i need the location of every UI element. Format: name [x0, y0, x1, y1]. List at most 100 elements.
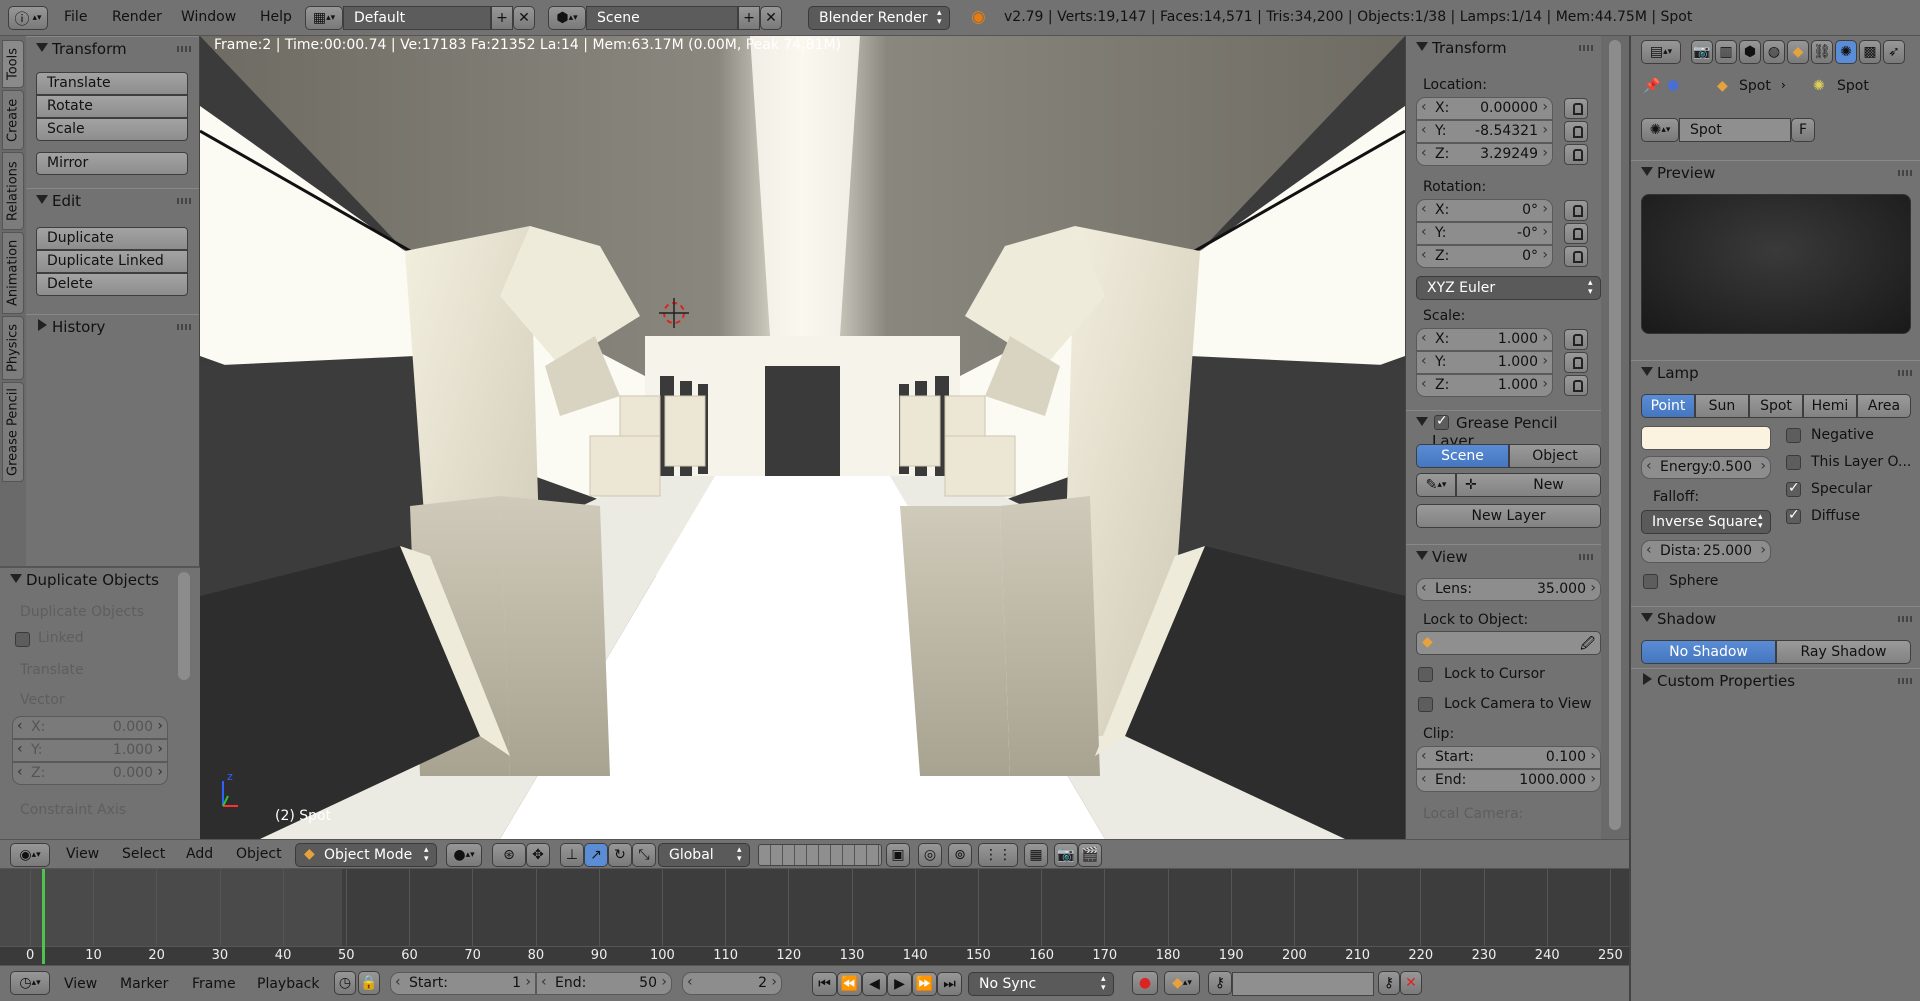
location-z-field[interactable]: Z: 3.29249	[1416, 143, 1553, 166]
render-engine-dropdown[interactable]: Blender Render	[808, 6, 950, 30]
gp-scene-toggle[interactable]: Scene	[1416, 444, 1509, 468]
menu-file[interactable]: File	[64, 9, 87, 25]
play-icon[interactable]: ▶	[887, 972, 912, 996]
proportional-edit-icon[interactable]: ◎	[918, 843, 942, 867]
scene-layers-grid[interactable]	[758, 844, 882, 866]
lamp-datablock-name[interactable]: Spot	[1679, 118, 1791, 142]
remove-layout-button[interactable]: ✕	[513, 6, 535, 30]
lamp-color-swatch[interactable]	[1641, 426, 1771, 450]
jump-keyframe-back-icon[interactable]: ⏪	[837, 972, 862, 996]
record-icon[interactable]: ●	[1132, 971, 1158, 995]
gp-new-button[interactable]: ✛ New	[1456, 473, 1601, 497]
menu-add[interactable]: Add	[186, 846, 213, 862]
rotation-z-field[interactable]: Z: 0°	[1416, 245, 1553, 268]
current-frame-field[interactable]: 2	[682, 972, 782, 995]
physics-tab-icon[interactable]: ➶	[1883, 40, 1905, 64]
drag-grip-icon[interactable]	[1898, 678, 1912, 684]
location-x-field[interactable]: X: 0.00000	[1416, 97, 1553, 120]
vector-z-field[interactable]: Z: 0.000	[12, 762, 168, 785]
sphere-checkbox[interactable]	[1643, 574, 1658, 589]
interaction-mode-dropdown[interactable]: ◆ Object Mode	[295, 843, 437, 867]
clip-end-field[interactable]: End: 1000.000	[1416, 769, 1601, 792]
manipulator-toggle[interactable]: ✥	[526, 843, 550, 867]
menu-help[interactable]: Help	[260, 9, 292, 25]
pin-icon[interactable]: 📌	[1643, 78, 1660, 94]
grease-pencil-layer-header[interactable]: Grease Pencil Layer	[1406, 410, 1601, 450]
mirror-button[interactable]: Mirror	[36, 152, 188, 175]
camera-render-icon[interactable]: 📷	[1054, 843, 1078, 867]
lock-location-x-icon[interactable]	[1564, 98, 1588, 119]
scale-manipulator[interactable]: ⤡	[632, 843, 656, 867]
lock-to-cursor-checkbox[interactable]	[1418, 667, 1433, 682]
menu-object[interactable]: Object	[236, 846, 282, 862]
sync-mode-dropdown[interactable]: No Sync	[968, 972, 1114, 996]
drag-grip-icon[interactable]	[177, 324, 191, 330]
duplicate-objects-header[interactable]: Duplicate Objects	[0, 568, 200, 592]
preview-range-icon[interactable]: ◷	[334, 971, 356, 995]
panel-scrollbar[interactable]	[178, 572, 190, 680]
menu-frame[interactable]: Frame	[192, 976, 236, 992]
add-layout-button[interactable]: +	[491, 6, 513, 30]
lock-rotation-x-icon[interactable]	[1564, 200, 1588, 221]
opengl-render-icon[interactable]: ▦	[1024, 843, 1048, 867]
translate-manipulator[interactable]: ⊥	[560, 843, 584, 867]
tab-physics[interactable]: Physics	[2, 316, 24, 380]
diffuse-checkbox[interactable]	[1786, 507, 1801, 524]
editor-type-timeline-button[interactable]: ◷ ▴▾	[10, 971, 50, 995]
properties-editor-type-button[interactable]: ▤ ▴▾	[1641, 40, 1681, 64]
render-layers-tab-icon[interactable]: ▥	[1715, 40, 1737, 64]
rotate-button[interactable]: Rotate	[36, 95, 188, 118]
scale-button[interactable]: Scale	[36, 118, 188, 141]
drag-grip-icon[interactable]	[177, 46, 191, 52]
snap-element-button[interactable]: ⋮⋮	[978, 843, 1018, 867]
remove-scene-button[interactable]: ✕	[760, 6, 782, 30]
menu-playback[interactable]: Playback	[257, 976, 319, 992]
this-layer-only-checkbox[interactable]	[1786, 455, 1801, 470]
rotate-manipulator[interactable]: ↻	[608, 843, 632, 867]
menu-view[interactable]: View	[64, 976, 97, 992]
3d-viewport[interactable]: z	[200, 36, 1405, 839]
menu-select[interactable]: Select	[122, 846, 165, 862]
scale-z-field[interactable]: Z: 1.000	[1416, 374, 1553, 397]
eyedropper-icon[interactable]: 🖉	[1580, 633, 1595, 657]
duplicate-button[interactable]: Duplicate	[36, 227, 188, 250]
layer-lock-icon[interactable]: ▣	[886, 843, 910, 867]
vertical-scrollbar[interactable]	[1609, 40, 1621, 830]
lock-scale-x-icon[interactable]	[1564, 329, 1588, 350]
insert-keyframe-icon[interactable]: ⚷	[1378, 971, 1400, 995]
scene-field[interactable]: Scene	[586, 6, 738, 30]
n-transform-header[interactable]: Transform	[1406, 36, 1601, 60]
rotation-x-field[interactable]: X: 0°	[1416, 199, 1553, 222]
lamp-data-tab-icon[interactable]: ✺	[1835, 40, 1857, 64]
lock-rotation-y-icon[interactable]	[1564, 223, 1588, 244]
tab-tools[interactable]: Tools	[2, 40, 24, 88]
history-panel-header[interactable]: History	[26, 314, 199, 338]
jump-keyframe-forward-icon[interactable]: ⏩	[912, 972, 937, 996]
jump-end-icon[interactable]: ⏭	[937, 972, 962, 996]
lock-camera-to-view-checkbox[interactable]	[1418, 697, 1433, 712]
lock-object-field[interactable]: ◆ 🖉	[1416, 631, 1601, 655]
end-frame-field[interactable]: End: 50	[536, 972, 672, 995]
vector-x-field[interactable]: X: 0.000	[12, 716, 168, 739]
drag-grip-icon[interactable]	[177, 198, 191, 204]
drag-grip-icon[interactable]	[1898, 170, 1912, 176]
drag-grip-icon[interactable]	[1579, 554, 1593, 560]
animation-render-icon[interactable]: 🎬	[1078, 843, 1102, 867]
menu-view[interactable]: View	[66, 846, 99, 862]
lock-location-z-icon[interactable]	[1564, 144, 1588, 165]
render-tab-icon[interactable]: 📷	[1691, 40, 1713, 64]
tab-relations[interactable]: Relations	[2, 152, 24, 230]
location-y-field[interactable]: Y: -8.54321	[1416, 120, 1553, 143]
ray-shadow-toggle[interactable]: Ray Shadow	[1776, 640, 1911, 664]
preview-panel-header[interactable]: Preview	[1631, 160, 1920, 184]
lens-field[interactable]: Lens: 35.000	[1416, 578, 1601, 601]
pivot-point-button[interactable]: ⊛	[492, 843, 526, 867]
menu-render[interactable]: Render	[112, 9, 162, 25]
jump-start-icon[interactable]: ⏮	[812, 972, 837, 996]
keying-set-icon[interactable]: ◆ ▴▾	[1164, 971, 1200, 995]
negative-checkbox[interactable]	[1786, 428, 1801, 443]
texture-tab-icon[interactable]: ▩	[1859, 40, 1881, 64]
rotation-y-field[interactable]: Y: -0°	[1416, 222, 1553, 245]
lamp-type-point[interactable]: Point	[1641, 394, 1695, 418]
tab-grease-pencil[interactable]: Grease Pencil	[2, 382, 24, 482]
